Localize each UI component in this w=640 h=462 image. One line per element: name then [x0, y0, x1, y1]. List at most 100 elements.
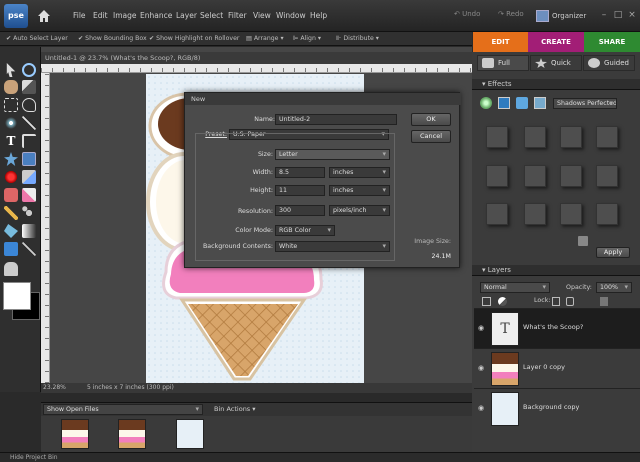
effect-thumbnail[interactable]: [486, 126, 508, 148]
lock-all-icon[interactable]: [566, 297, 574, 306]
menu-layer[interactable]: Layer: [176, 11, 197, 20]
effects-panel-header[interactable]: ▾ Effects: [472, 79, 640, 90]
height-unit-dropdown[interactable]: inches: [329, 185, 390, 196]
blend-mode-dropdown[interactable]: Normal: [480, 282, 550, 293]
hand-tool-icon[interactable]: [4, 80, 18, 94]
eye-icon[interactable]: ◉: [478, 364, 488, 372]
menu-help[interactable]: Help: [310, 11, 327, 20]
zoom-level[interactable]: 23.28%: [43, 383, 66, 393]
document-tab[interactable]: Untitled-1 @ 23.7% (What's the Scoop?, R…: [41, 52, 472, 64]
menu-image[interactable]: Image: [113, 11, 137, 20]
hide-project-bin[interactable]: Hide Project Bin: [0, 452, 640, 462]
tab-share[interactable]: SHARE: [584, 32, 640, 52]
tab-edit[interactable]: EDIT: [473, 32, 528, 52]
effect-thumbnail[interactable]: [560, 203, 582, 225]
eye-icon[interactable]: ◉: [478, 404, 488, 412]
organizer-button[interactable]: Organizer: [534, 7, 594, 25]
effect-thumbnail[interactable]: [486, 165, 508, 187]
clone-stamp-icon[interactable]: [4, 188, 18, 202]
ok-button[interactable]: OK: [411, 113, 451, 126]
bin-thumbnail[interactable]: [61, 419, 89, 449]
selection-brush-icon[interactable]: [22, 116, 36, 130]
subtab-full[interactable]: Full: [477, 55, 529, 71]
width-unit-dropdown[interactable]: inches: [329, 167, 390, 178]
menu-enhance[interactable]: Enhance: [140, 11, 172, 20]
layer-row[interactable]: ◉ Background copy: [474, 388, 640, 428]
layer-styles-icon[interactable]: [498, 97, 510, 109]
arrange-dropdown[interactable]: ▤ Arrange ▾: [246, 35, 284, 42]
layers-panel-header[interactable]: ▾ Layers: [472, 265, 640, 276]
auto-select-checkbox[interactable]: ✔ Auto Select Layer: [6, 35, 68, 42]
menu-window[interactable]: Window: [276, 11, 306, 20]
photo-effects-icon[interactable]: [516, 97, 528, 109]
resolution-input[interactable]: 300: [275, 205, 325, 216]
foreground-color-swatch[interactable]: [3, 282, 31, 310]
red-eye-icon[interactable]: [4, 170, 18, 184]
color-mode-dropdown[interactable]: RGB Color: [275, 225, 335, 236]
layer-row[interactable]: ◉ Layer 0 copy: [474, 348, 640, 388]
shape-tool-icon[interactable]: [4, 242, 18, 256]
resolution-unit-dropdown[interactable]: pixels/inch: [329, 205, 390, 216]
minimize-icon[interactable]: –: [598, 9, 610, 21]
straighten-tool-icon[interactable]: [22, 152, 36, 166]
all-effects-icon[interactable]: [534, 97, 546, 109]
menu-view[interactable]: View: [253, 11, 271, 20]
eye-icon[interactable]: ◉: [478, 324, 488, 332]
close-icon[interactable]: ×: [626, 9, 638, 21]
distribute-dropdown[interactable]: ⊪ Distribute ▾: [336, 35, 379, 42]
menu-edit[interactable]: Edit: [93, 11, 108, 20]
adjustment-layer-icon[interactable]: [498, 297, 507, 306]
lasso-tool-icon[interactable]: [22, 98, 36, 112]
undo-button[interactable]: ↶ Undo: [454, 10, 480, 18]
tab-create[interactable]: CREATE: [528, 32, 584, 52]
layer-row[interactable]: ◉ T What's the Scoop?: [474, 308, 640, 348]
subtab-guided[interactable]: Guided: [583, 55, 635, 71]
align-dropdown[interactable]: ⊫ Align ▾: [293, 35, 321, 42]
bin-thumbnail[interactable]: [118, 419, 146, 449]
effect-thumbnail[interactable]: [596, 165, 618, 187]
bin-actions-button[interactable]: Bin Actions ▾: [214, 405, 256, 413]
effects-category-dropdown[interactable]: Shadows Perfected: [553, 98, 617, 109]
bin-show-dropdown[interactable]: Show Open Files: [43, 404, 203, 415]
name-input[interactable]: Untitled-2: [275, 114, 397, 125]
trash-icon[interactable]: [578, 236, 588, 246]
bounding-box-checkbox[interactable]: ✔ Show Bounding Box: [78, 35, 147, 42]
size-dropdown[interactable]: Letter: [275, 149, 390, 160]
effect-thumbnail[interactable]: [524, 126, 546, 148]
redo-button[interactable]: ↷ Redo: [498, 10, 524, 18]
eyedropper-icon[interactable]: [22, 80, 36, 94]
filters-icon[interactable]: [480, 97, 492, 109]
healing-brush-icon[interactable]: [22, 170, 36, 184]
effect-thumbnail[interactable]: [596, 126, 618, 148]
type-tool-icon[interactable]: T: [4, 134, 18, 148]
effect-thumbnail[interactable]: [560, 126, 582, 148]
height-input[interactable]: 11: [275, 185, 325, 196]
home-icon[interactable]: [36, 8, 52, 24]
gradient-tool-icon[interactable]: [22, 224, 36, 238]
opacity-input[interactable]: 100%: [596, 282, 632, 293]
menu-filter[interactable]: Filter: [228, 11, 247, 20]
crop-tool-icon[interactable]: [22, 134, 36, 148]
blur-tool-icon[interactable]: [22, 242, 36, 256]
delete-layer-icon[interactable]: [600, 297, 608, 306]
smart-brush-icon[interactable]: [22, 206, 36, 220]
new-layer-icon[interactable]: [482, 297, 491, 306]
bin-thumbnail[interactable]: [176, 419, 204, 449]
menu-select[interactable]: Select: [200, 11, 223, 20]
lock-transparency-icon[interactable]: [552, 297, 560, 306]
effect-thumbnail[interactable]: [596, 203, 618, 225]
magic-wand-icon[interactable]: [4, 116, 18, 130]
highlight-checkbox[interactable]: ✔ Show Highlight on Rollover: [149, 35, 239, 42]
background-contents-dropdown[interactable]: White: [275, 241, 390, 252]
effect-thumbnail[interactable]: [560, 165, 582, 187]
zoom-tool-icon[interactable]: [22, 63, 36, 77]
effect-thumbnail[interactable]: [524, 203, 546, 225]
subtab-quick[interactable]: Quick: [530, 55, 582, 71]
width-input[interactable]: 8.5: [275, 167, 325, 178]
effect-thumbnail[interactable]: [524, 165, 546, 187]
eraser-icon[interactable]: [22, 188, 36, 202]
maximize-icon[interactable]: □: [612, 9, 624, 21]
effect-thumbnail[interactable]: [486, 203, 508, 225]
sponge-tool-icon[interactable]: [4, 262, 18, 276]
cancel-button[interactable]: Cancel: [411, 130, 451, 143]
